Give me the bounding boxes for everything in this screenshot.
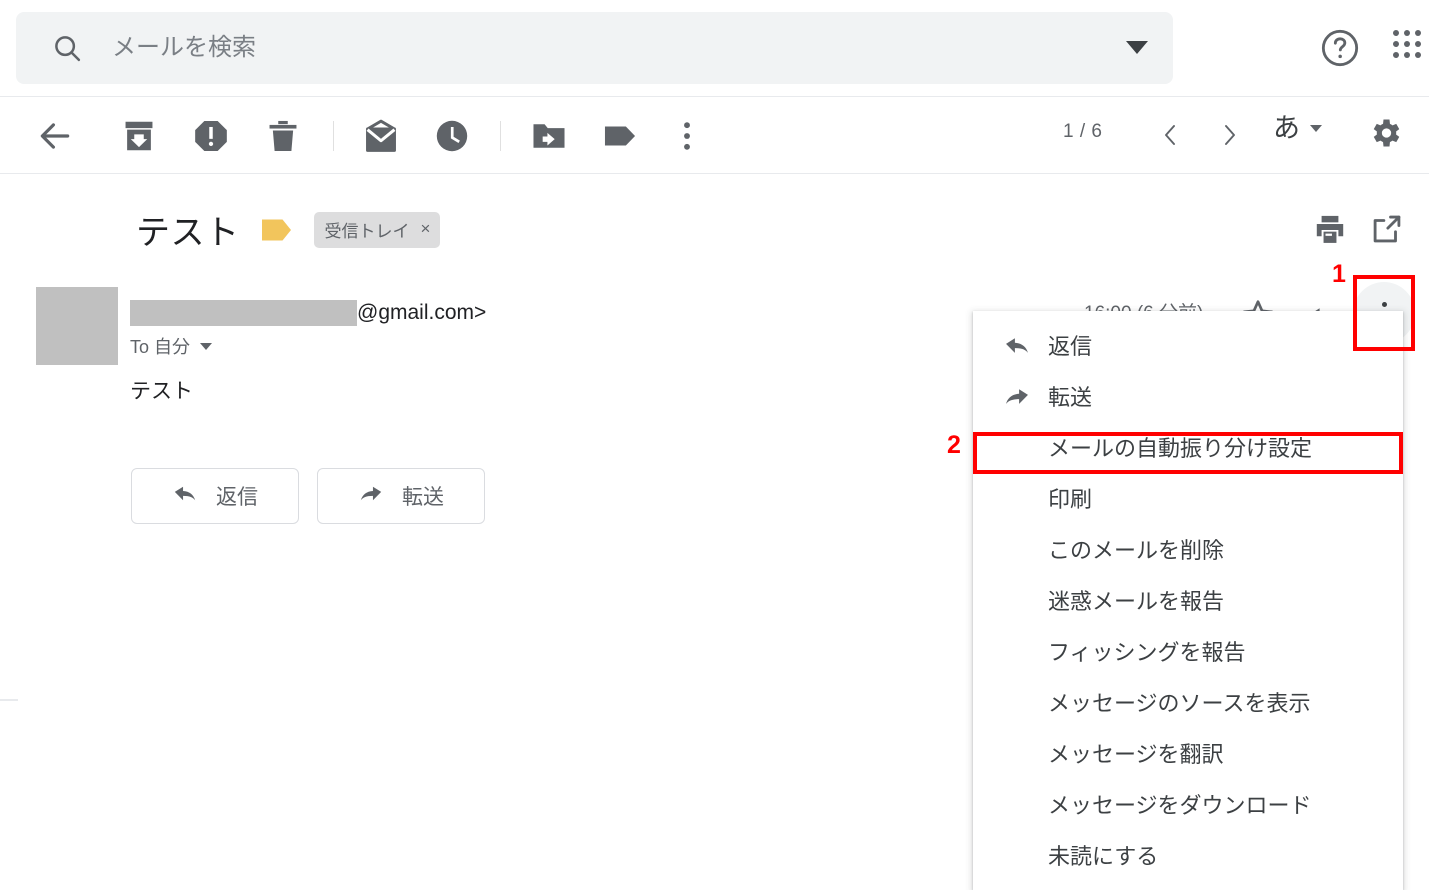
toolbar-divider-2 — [500, 121, 501, 151]
label-tag-icon[interactable] — [601, 117, 639, 155]
menu-item-label: メッセージのソースを表示 — [1048, 690, 1311, 716]
message-toolbar: 1 / 6 あ — [0, 96, 1429, 174]
subject-row: テスト 受信トレイ × — [136, 205, 441, 254]
chevron-left-icon[interactable] — [1152, 117, 1188, 153]
recipient-expander[interactable]: To 自分 — [130, 333, 213, 359]
archive-icon[interactable] — [120, 117, 158, 155]
annotation-number-2: 2 — [947, 431, 961, 459]
help-circle-icon[interactable] — [1320, 28, 1360, 68]
menu-item-label: 迷惑メールを報告 — [1048, 588, 1225, 614]
menu-item-delete-this-message[interactable]: このメールを削除 — [973, 523, 1403, 574]
menu-item-mark-as-unread[interactable]: 未読にする — [973, 829, 1403, 880]
menu-item-download-message[interactable]: メッセージをダウンロード — [973, 778, 1403, 829]
forward-button-label: 転送 — [402, 486, 444, 509]
menu-item-show-original[interactable]: メッセージのソースを表示 — [973, 676, 1403, 727]
page-title: テスト — [136, 214, 240, 252]
forward-icon — [1003, 382, 1031, 410]
apps-grid-icon[interactable] — [1393, 30, 1429, 66]
menu-item-label: 印刷 — [1048, 486, 1093, 512]
chevron-down-icon — [200, 342, 213, 350]
sender-line: @gmail.com> — [130, 300, 486, 326]
menu-item-label: メッセージをダウンロード — [1048, 792, 1312, 818]
menu-item-report-phishing[interactable]: フィッシングを報告 — [973, 625, 1403, 676]
menu-item-label: 未読にする — [1048, 843, 1159, 869]
menu-item-print[interactable]: 印刷 — [973, 472, 1403, 523]
search-input[interactable] — [112, 34, 1111, 62]
reply-button[interactable]: 返信 — [131, 468, 299, 524]
recipient-label: To 自分 — [130, 337, 191, 357]
search-options-chevron-down-icon[interactable] — [1111, 41, 1163, 55]
mark-unread-icon[interactable] — [362, 117, 400, 155]
input-language-glyph: あ — [1273, 113, 1300, 143]
trash-icon[interactable] — [264, 117, 302, 155]
annotation-number-1: 1 — [1332, 260, 1346, 288]
menu-item-label: 転送 — [1048, 384, 1093, 410]
sender-email-domain: @gmail.com> — [357, 301, 487, 324]
input-language-button[interactable]: あ — [1273, 115, 1322, 142]
reply-button-label: 返信 — [216, 486, 258, 509]
sender-name-redacted — [130, 300, 357, 326]
menu-item-report-spam[interactable]: 迷惑メールを報告 — [973, 574, 1403, 625]
forward-button[interactable]: 転送 — [317, 468, 485, 524]
label-chip-inbox[interactable]: 受信トレイ × — [313, 211, 441, 248]
menu-item-reply[interactable]: 返信 — [973, 319, 1403, 370]
message-body: テスト — [130, 380, 193, 403]
page-count: 1 / 6 — [1063, 121, 1103, 142]
important-marker-icon[interactable] — [261, 218, 292, 242]
more-vertical-icon[interactable] — [668, 117, 706, 155]
chevron-down-icon — [1310, 125, 1322, 132]
search-icon — [52, 33, 82, 63]
left-edge-divider — [0, 699, 18, 701]
print-icon[interactable] — [1312, 212, 1348, 248]
reply-icon — [1003, 331, 1031, 359]
snooze-clock-icon[interactable] — [433, 117, 471, 155]
top-search-row — [0, 0, 1429, 96]
open-in-new-icon[interactable] — [1370, 212, 1404, 246]
menu-item-filter-messages[interactable]: メールの自動振り分け設定 — [973, 421, 1403, 472]
chevron-right-icon[interactable] — [1212, 117, 1248, 153]
report-spam-icon[interactable] — [192, 117, 230, 155]
menu-item-label: 返信 — [1048, 333, 1093, 359]
close-icon[interactable]: × — [421, 219, 431, 239]
label-chip-text: 受信トレイ — [324, 221, 410, 241]
toolbar-divider — [333, 121, 334, 151]
gear-icon[interactable] — [1367, 115, 1403, 151]
reply-icon — [172, 480, 198, 512]
menu-item-forward[interactable]: 転送 — [973, 370, 1403, 421]
search-box[interactable] — [16, 12, 1173, 84]
menu-item-label: このメールを削除 — [1048, 537, 1225, 563]
message-action-buttons: 返信 転送 — [131, 468, 485, 524]
menu-item-label: メッセージを翻訳 — [1048, 741, 1224, 767]
back-arrow-icon[interactable] — [36, 117, 74, 155]
menu-item-label: フィッシングを報告 — [1048, 639, 1246, 665]
avatar — [36, 287, 118, 365]
more-options-dropdown: 返信 転送 メールの自動振り分け設定 印刷 このメールを削除 迷惑メールを報告 … — [973, 311, 1403, 890]
menu-item-translate-message[interactable]: メッセージを翻訳 — [973, 727, 1403, 778]
menu-item-label: メールの自動振り分け設定 — [1048, 435, 1313, 461]
move-to-folder-icon[interactable] — [530, 117, 568, 155]
forward-icon — [358, 480, 384, 512]
